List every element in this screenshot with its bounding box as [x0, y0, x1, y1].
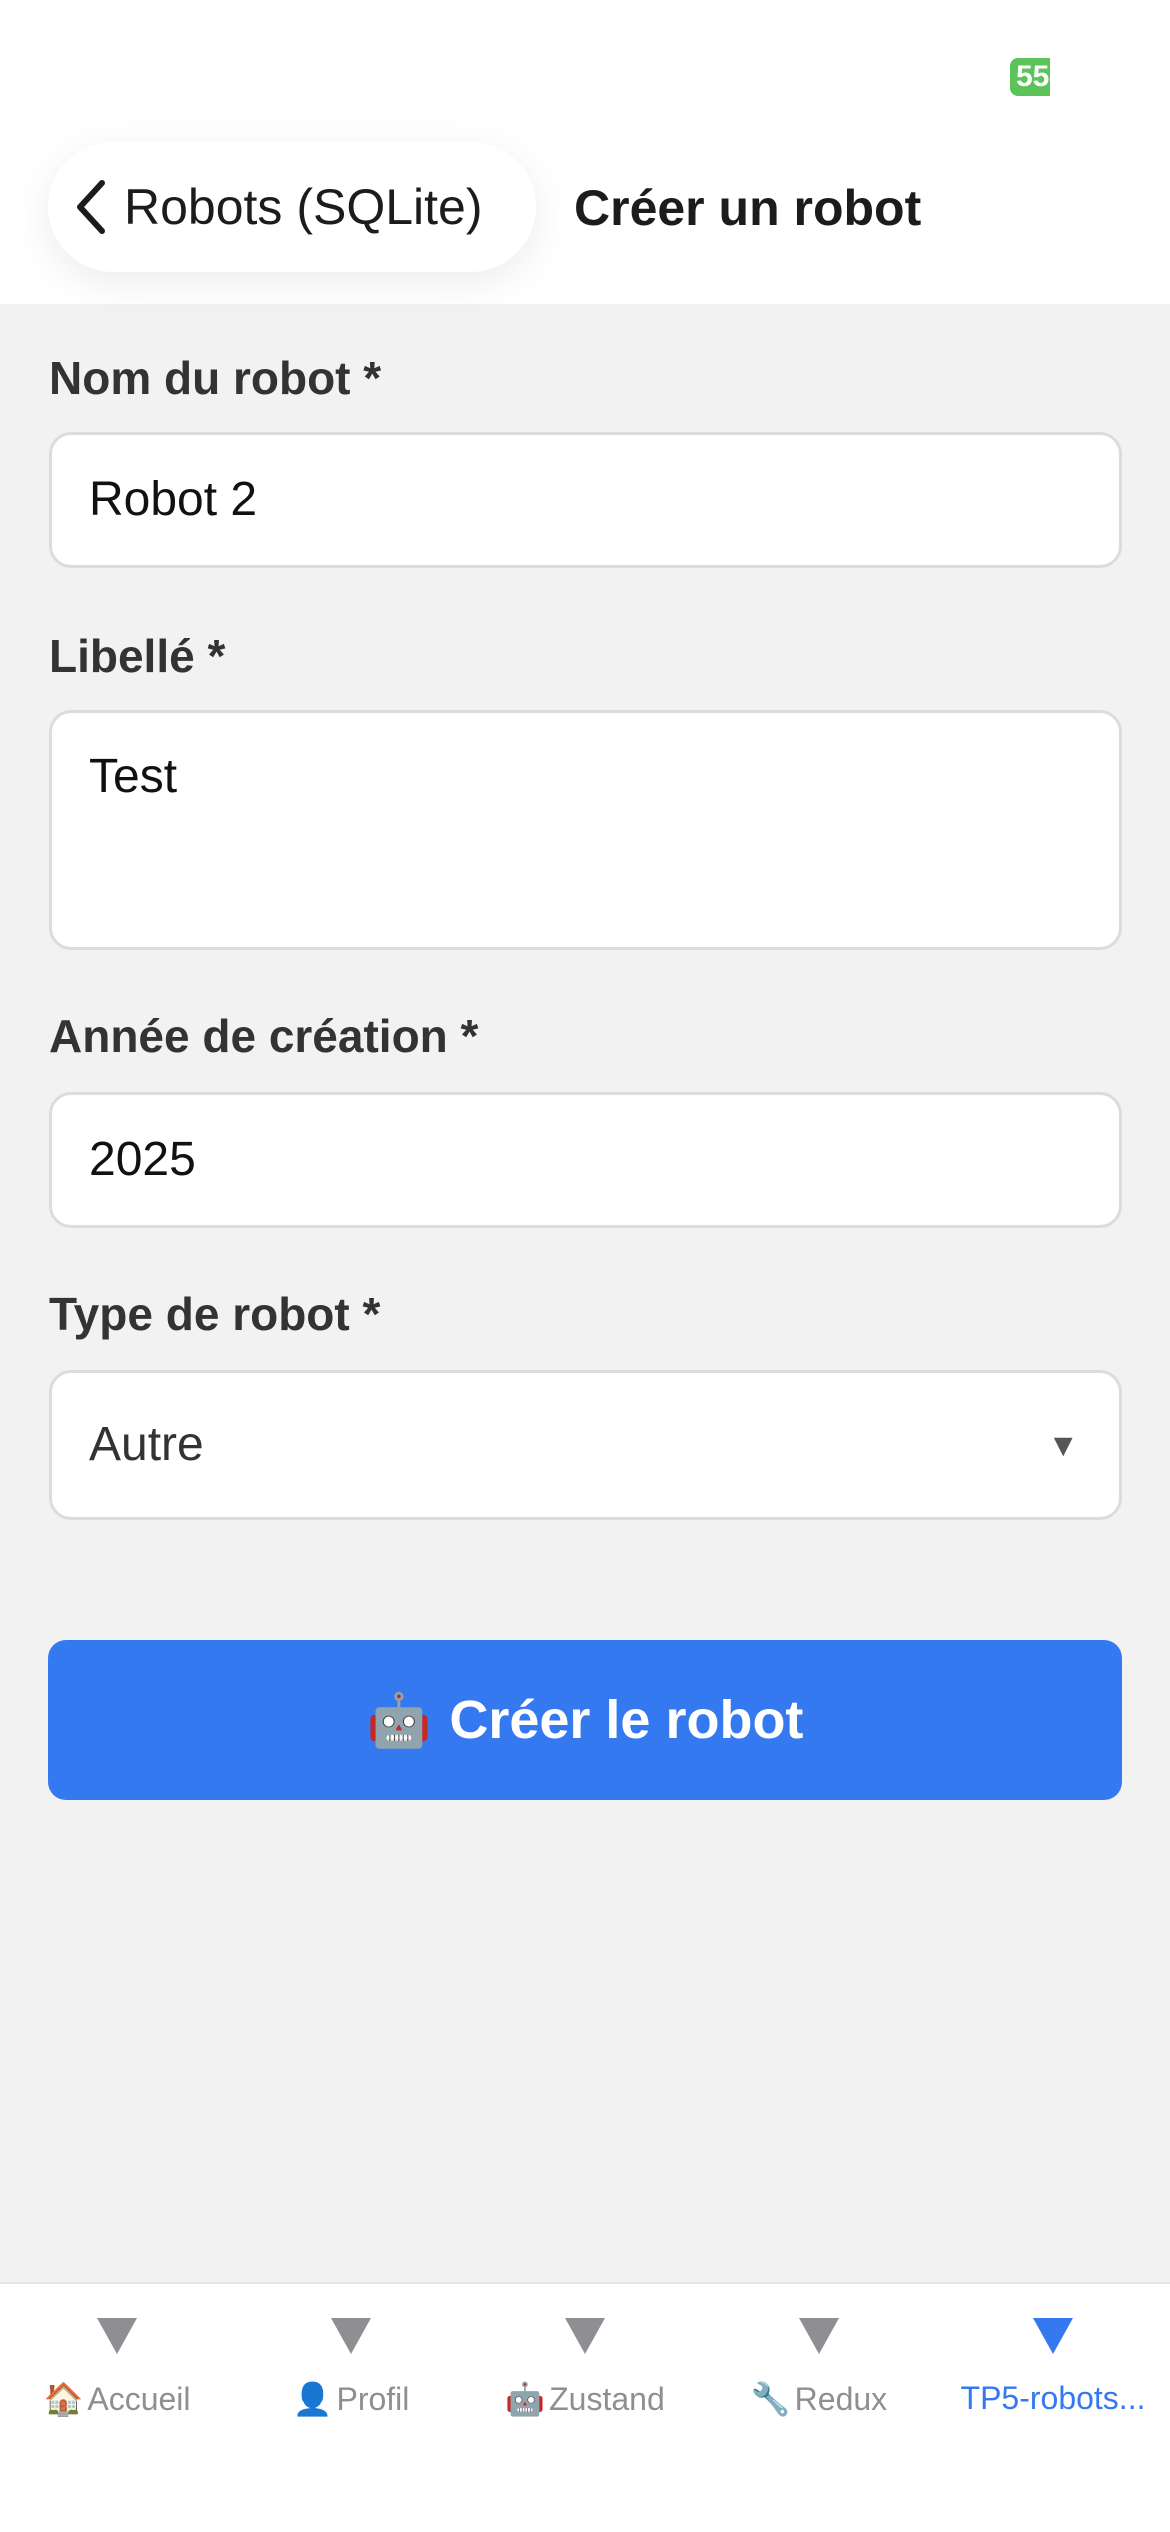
libelle-textarea[interactable]: Test	[49, 710, 1122, 950]
tab-zustand[interactable]: 🤖 Zustand	[468, 2284, 702, 2484]
page-title: Créer un robot	[574, 180, 922, 236]
tab-zustand-label: 🤖 Zustand	[505, 2380, 665, 2418]
tab-tp5-robots-label: TP5-robots...	[960, 2380, 1146, 2416]
tab-redux-label: 🔧 Redux	[750, 2380, 888, 2418]
triangle-down-icon	[97, 2318, 137, 2354]
chevron-left-icon	[77, 180, 105, 234]
creation-year-label: Année de création *	[49, 1010, 479, 1062]
battery-indicator: 55	[1010, 58, 1050, 96]
tab-redux[interactable]: 🔧 Redux	[702, 2284, 936, 2484]
libelle-label: Libellé *	[49, 630, 226, 682]
create-robot-button[interactable]: 🤖 Créer le robot	[48, 1640, 1122, 1800]
triangle-down-icon	[331, 2318, 371, 2354]
creation-year-input[interactable]: 2025	[49, 1092, 1122, 1228]
house-icon: 🏠	[43, 2380, 84, 2418]
back-button[interactable]: Robots (SQLite)	[48, 142, 536, 272]
robot-name-input[interactable]: Robot 2	[49, 432, 1122, 568]
robot-type-label: Type de robot *	[49, 1288, 381, 1340]
tab-profil-label: 👤 Profil	[292, 2380, 410, 2418]
triangle-down-icon	[565, 2318, 605, 2354]
tab-accueil-label: 🏠 Accueil	[43, 2380, 191, 2418]
status-bar: 55	[0, 0, 1170, 140]
robot-name-label: Nom du robot *	[49, 352, 382, 404]
create-robot-button-label: Créer le robot	[449, 1690, 804, 1750]
triangle-down-icon	[1033, 2318, 1073, 2354]
navigation-header: Robots (SQLite) Créer un robot	[0, 140, 1170, 304]
bottom-tab-bar: 🏠 Accueil 👤 Profil 🤖 Zustand 🔧 Redux TP5-rob…	[0, 2282, 1170, 2532]
robot-icon: 🤖	[505, 2380, 546, 2418]
wrench-icon: 🔧	[750, 2380, 791, 2418]
robot-type-value: Autre	[89, 1418, 204, 1471]
robot-type-select[interactable]: Autre ▼	[49, 1370, 1122, 1520]
triangle-down-icon	[799, 2318, 839, 2354]
dropdown-arrow-icon: ▼	[1047, 1427, 1079, 1463]
user-icon: 👤	[292, 2380, 333, 2418]
robot-icon: 🤖	[366, 1690, 432, 1751]
tab-tp5-robots[interactable]: TP5-robots...	[936, 2284, 1170, 2484]
back-button-label: Robots (SQLite)	[124, 179, 483, 235]
tab-profil[interactable]: 👤 Profil	[234, 2284, 468, 2484]
tab-accueil[interactable]: 🏠 Accueil	[0, 2284, 234, 2484]
